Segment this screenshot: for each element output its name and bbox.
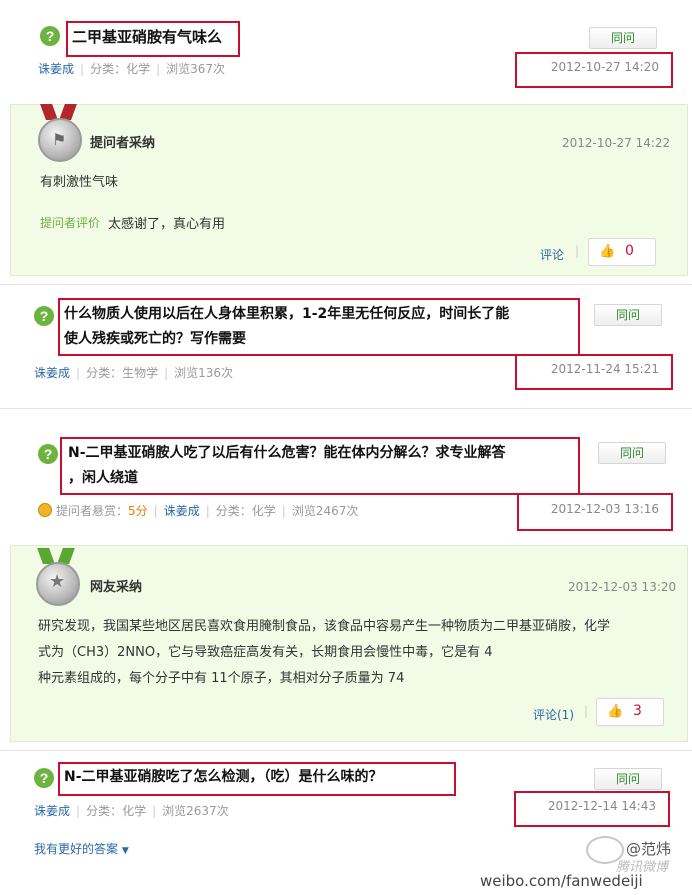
date-highlight-box: 2012-10-27 14:20	[515, 52, 673, 88]
watermark-url: weibo.com/fanwedeiji	[480, 872, 643, 890]
answer-date: 2012-10-27 14:22	[562, 136, 671, 150]
thumb-up-icon: 👍	[607, 704, 624, 719]
comment-link[interactable]: 评论(1)	[533, 706, 574, 723]
category[interactable]: 分类：化学	[90, 62, 150, 76]
question-icon: ?	[34, 768, 54, 788]
better-answer-label: 我有更好的答案	[34, 842, 119, 856]
date-highlight-box: 2012-11-24 15:21	[515, 354, 673, 390]
coin-icon	[38, 503, 52, 517]
views: 浏览2637次	[162, 804, 229, 818]
question-icon: ?	[38, 444, 58, 464]
asker-link[interactable]: 诛姜成	[34, 804, 70, 818]
adopted-label: 网友采纳	[90, 580, 143, 595]
views: 浏览136次	[174, 366, 234, 380]
like-count: 0	[625, 243, 634, 259]
adopted-label: 提问者采纳	[90, 136, 156, 151]
question-title-line-2[interactable]: ，闲人绕道	[68, 465, 138, 491]
divider: |	[575, 244, 580, 258]
question-title[interactable]: N-二甲基亚硝胺吃了怎么检测，（吃）是什么味的？	[64, 764, 383, 790]
answer-text: 有刺激性气味	[40, 175, 119, 190]
asker-eval-text: 太感谢了，真心有用	[108, 217, 226, 232]
question-meta: 诛姜成 | 分类：生物学 | 浏览136次	[34, 366, 234, 380]
reward-value: 5分	[128, 504, 148, 518]
question-icon: ?	[40, 26, 60, 46]
question-title-line-1[interactable]: N-二甲基亚硝胺人吃了以后有什么危害？能在体内分解么？求专业解答	[68, 440, 506, 466]
like-button[interactable]: 👍 3	[596, 698, 664, 726]
question-date: 2012-11-24 15:21	[550, 362, 659, 376]
question-title[interactable]: 二甲基亚硝胺有气味么	[72, 24, 222, 50]
asker-link[interactable]: 诛姜成	[34, 366, 70, 380]
like-button[interactable]: 👍 0	[588, 238, 656, 266]
same-question-button[interactable]: 同问	[594, 768, 662, 790]
asker-link[interactable]: 诛姜成	[38, 62, 74, 76]
asker-eval-label: 提问者评价	[40, 216, 101, 230]
divider	[0, 284, 692, 285]
question-date: 2012-12-14 14:43	[547, 799, 656, 813]
reward-label: 提问者悬赏：	[56, 504, 129, 518]
category[interactable]: 分类：化学	[216, 504, 276, 518]
date-highlight-box: 2012-12-14 14:43	[514, 791, 670, 827]
question-meta: 诛姜成 | 分类：化学 | 浏览367次	[38, 62, 226, 76]
thumb-up-icon: 👍	[599, 244, 616, 259]
chevron-down-icon: ▼	[121, 846, 129, 856]
answer-text-line-2: 式为（CH3）2NNO，它与导致癌症高发有关，长期食用会慢性中毒，它是有 4	[38, 645, 493, 660]
category[interactable]: 分类：生物学	[86, 366, 158, 380]
divider: |	[584, 704, 589, 718]
better-answer-link[interactable]: 我有更好的答案 ▼	[34, 840, 129, 857]
question-date: 2012-12-03 13:16	[550, 502, 659, 516]
same-question-button[interactable]: 同问	[594, 304, 662, 326]
same-question-button[interactable]: 同问	[589, 27, 657, 49]
divider	[0, 408, 692, 409]
asker-link[interactable]: 诛姜成	[164, 504, 200, 518]
views: 浏览2467次	[291, 504, 359, 518]
question-meta: 提问者悬赏：5分 | 诛姜成 | 分类：化学 | 浏览2467次	[38, 502, 358, 519]
question-date: 2012-10-27 14:20	[550, 60, 659, 74]
answer-text-line-1: 研究发现，我国某些地区居民喜欢食用腌制食品，该食品中容易产生一种物质为二甲基亚硝…	[38, 619, 611, 634]
same-question-button[interactable]: 同问	[598, 442, 666, 464]
answer-text-line-3: 种元素组成的，每个分子中有 11个原子，其相对分子质量为 74	[38, 671, 405, 686]
question-title-line-1[interactable]: 什么物质人使用以后在人身体里积累，1-2年里无任何反应，时间长了能	[64, 301, 509, 327]
comment-link[interactable]: 评论	[540, 246, 564, 263]
question-title-line-2[interactable]: 使人残疾或死亡的？写作需要	[64, 326, 246, 352]
divider	[0, 750, 692, 751]
question-meta: 诛姜成 | 分类：化学 | 浏览2637次	[34, 804, 229, 818]
views: 浏览367次	[166, 62, 226, 76]
like-count: 3	[633, 703, 642, 719]
category[interactable]: 分类：化学	[86, 804, 146, 818]
answer-date: 2012-12-03 13:20	[568, 580, 677, 594]
date-highlight-box: 2012-12-03 13:16	[517, 493, 673, 531]
question-icon: ?	[34, 306, 54, 326]
